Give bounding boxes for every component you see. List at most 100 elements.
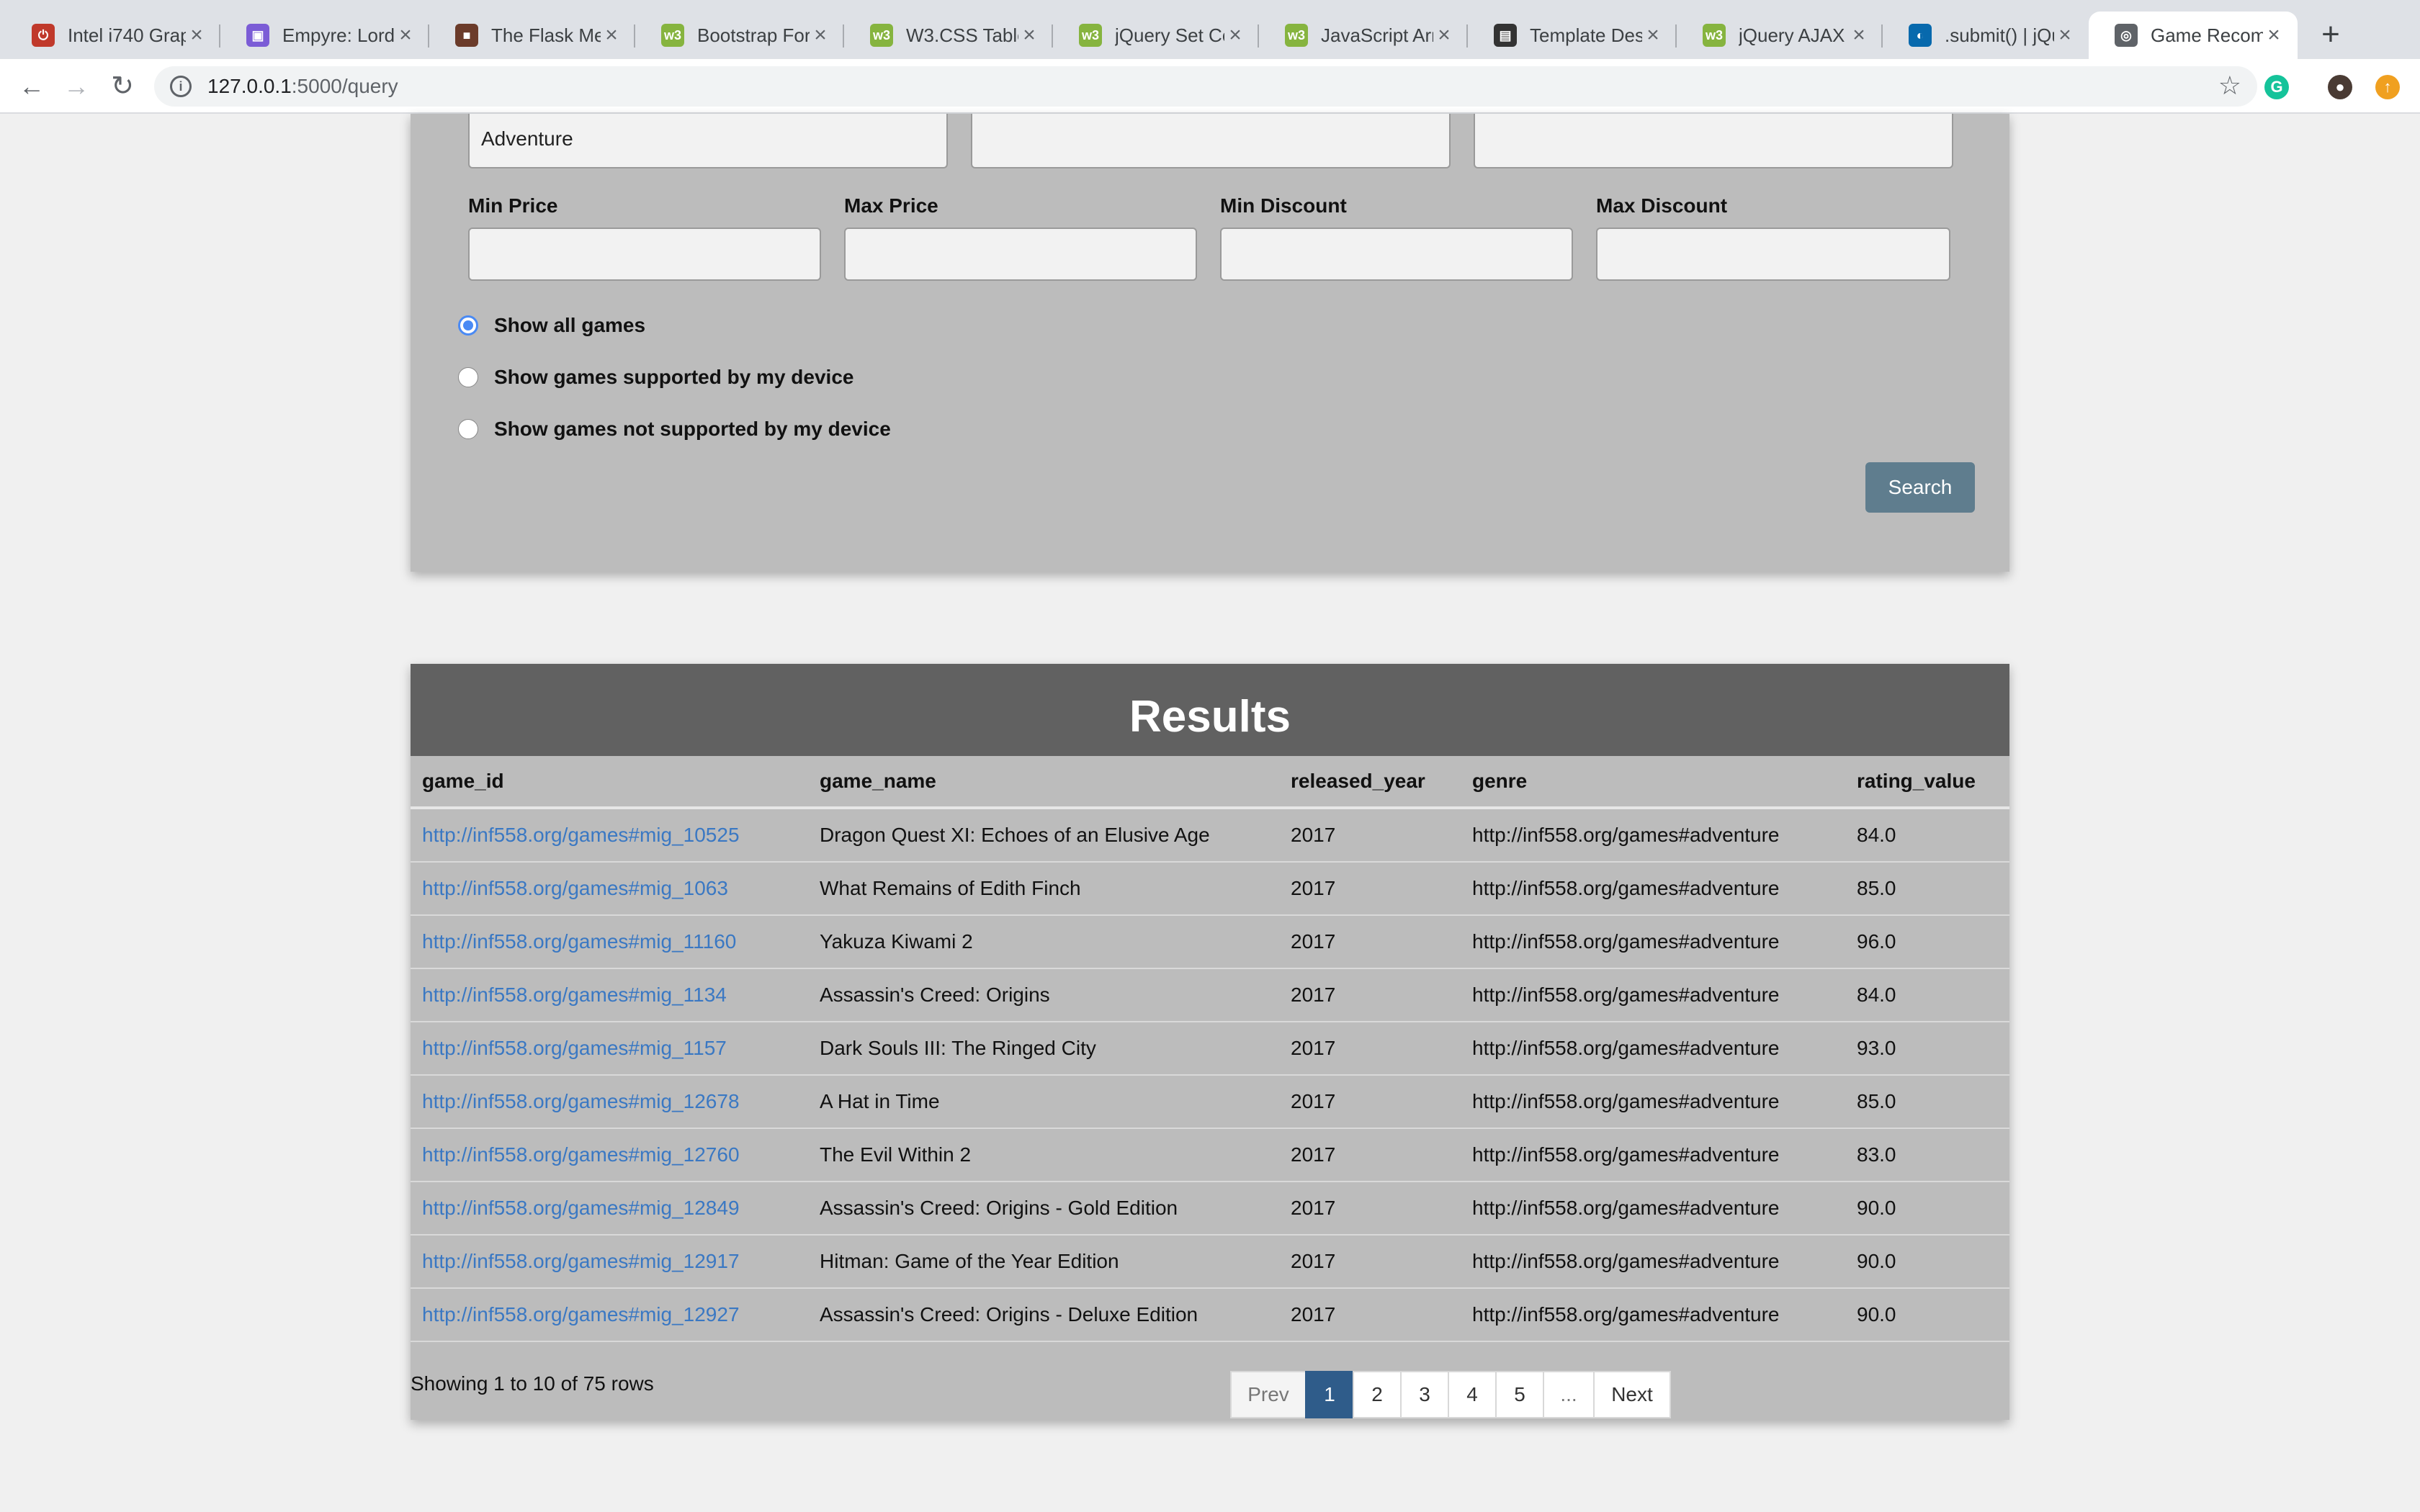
w3-icon: w3	[870, 24, 893, 47]
browser-tab[interactable]: ▤ Template Desig×	[1468, 12, 1677, 59]
game-id-link[interactable]: http://inf558.org/games#mig_12917	[422, 1250, 740, 1272]
max-discount-input[interactable]	[1596, 228, 1950, 281]
cell-released-year: 2017	[1279, 808, 1461, 863]
genre-input[interactable]: Adventure	[468, 114, 948, 168]
tab-title: Template Desig	[1530, 24, 1642, 46]
url-path: :5000/query	[291, 75, 398, 97]
profile-avatar[interactable]: ●	[2328, 75, 2352, 99]
filter-input-2[interactable]	[971, 114, 1451, 168]
close-tab-icon[interactable]: ×	[2054, 23, 2076, 48]
cell-genre: http://inf558.org/games#adventure	[1461, 1182, 1845, 1236]
game-id-link[interactable]: http://inf558.org/games#mig_1157	[422, 1037, 727, 1059]
url-host: 127.0.0.1	[207, 75, 292, 97]
bookmark-star-icon[interactable]: ☆	[2218, 71, 2241, 101]
cell-rating-value: 84.0	[1845, 968, 2009, 1022]
browser-tab[interactable]: ⏻ Intel i740 Graph×	[6, 12, 220, 59]
game-id-link[interactable]: http://inf558.org/games#mig_12849	[422, 1197, 740, 1219]
game-id-link[interactable]: http://inf558.org/games#mig_11160	[422, 930, 736, 953]
flask-icon: ■	[455, 24, 478, 47]
pagination-next[interactable]: Next	[1593, 1371, 1671, 1418]
close-tab-icon[interactable]: ×	[601, 23, 622, 48]
browser-tab[interactable]: ▣ Empyre: Lords ×	[220, 12, 429, 59]
browser-toolbar: ← → ↻ i 127.0.0.1:5000/query ☆ G ● ↑	[0, 59, 2420, 114]
table-row: http://inf558.org/games#mig_12760 The Evi…	[411, 1128, 2009, 1182]
game-id-link[interactable]: http://inf558.org/games#mig_1134	[422, 984, 727, 1006]
game-id-link[interactable]: http://inf558.org/games#mig_12678	[422, 1090, 740, 1112]
tab-title: W3.CSS Tables	[906, 24, 1018, 46]
browser-tab[interactable]: ◎ Game Recomm×	[2089, 12, 2298, 59]
new-tab-button[interactable]: +	[2312, 16, 2349, 53]
radio-label: Show all games	[494, 314, 646, 336]
cell-genre: http://inf558.org/games#adventure	[1461, 808, 1845, 863]
update-badge-icon[interactable]: ↑	[2375, 75, 2400, 99]
cell-released-year: 2017	[1279, 1288, 1461, 1342]
max-price-input[interactable]	[844, 228, 1197, 281]
search-button[interactable]: Search	[1865, 462, 1975, 513]
radio-show-not-supported[interactable]: Show games not supported by my device	[458, 418, 891, 441]
close-tab-icon[interactable]: ×	[1848, 23, 1870, 48]
pagination-page-2[interactable]: 2	[1353, 1371, 1402, 1418]
tab-title: Bootstrap Form	[697, 24, 810, 46]
close-tab-icon[interactable]: ×	[186, 23, 207, 48]
tab-strip: ⏻Intel i740 Graph×▣Empyre: Lords×■The Fl…	[0, 0, 2420, 59]
cell-game-id: http://inf558.org/games#mig_12917	[411, 1235, 808, 1289]
pagination-page-3[interactable]: 3	[1400, 1371, 1449, 1418]
back-icon[interactable]: ←	[14, 69, 49, 104]
table-row: http://inf558.org/games#mig_10525 Dragon …	[411, 808, 2009, 863]
pagination-page-5[interactable]: 5	[1495, 1371, 1544, 1418]
browser-tab[interactable]: w3 jQuery AJAX g×	[1677, 12, 1883, 59]
radio-label: Show games not supported by my device	[494, 418, 891, 440]
game-id-link[interactable]: http://inf558.org/games#mig_1063	[422, 877, 728, 899]
browser-tab[interactable]: w3 jQuery Set Con×	[1053, 12, 1259, 59]
radio-button[interactable]	[458, 367, 478, 387]
radio-button[interactable]	[458, 315, 478, 336]
filter-input-3[interactable]	[1474, 114, 1953, 168]
cell-released-year: 2017	[1279, 862, 1461, 916]
min-price-input[interactable]	[468, 228, 821, 281]
cell-genre: http://inf558.org/games#adventure	[1461, 915, 1845, 969]
cell-game-id: http://inf558.org/games#mig_12678	[411, 1075, 808, 1129]
cell-rating-value: 85.0	[1845, 862, 2009, 916]
radio-show-all[interactable]: Show all games	[458, 314, 645, 337]
pagination-prev[interactable]: Prev	[1230, 1371, 1307, 1418]
grammarly-extension-icon[interactable]: G	[2264, 75, 2289, 99]
cell-game-name: The Evil Within 2	[808, 1128, 1279, 1182]
reload-icon[interactable]: ↻	[105, 69, 140, 104]
pagination-page-4[interactable]: 4	[1448, 1371, 1497, 1418]
column-header-genre: genre	[1461, 756, 1845, 809]
browser-tab[interactable]: ■ The Flask Meg×	[429, 12, 635, 59]
close-tab-icon[interactable]: ×	[1433, 23, 1455, 48]
close-tab-icon[interactable]: ×	[810, 23, 831, 48]
close-tab-icon[interactable]: ×	[1642, 23, 1664, 48]
cell-released-year: 2017	[1279, 1182, 1461, 1236]
cell-released-year: 2017	[1279, 915, 1461, 969]
address-bar[interactable]: i 127.0.0.1:5000/query ☆	[154, 66, 2257, 107]
game-id-link[interactable]: http://inf558.org/games#mig_12927	[422, 1303, 740, 1326]
browser-tab[interactable]: ◐ .submit() | jQu ×	[1883, 12, 2089, 59]
cell-rating-value: 85.0	[1845, 1075, 2009, 1129]
rows-info: Showing 1 to 10 of 75 rows	[411, 1372, 654, 1395]
radio-button[interactable]	[458, 419, 478, 439]
browser-tab[interactable]: w3 JavaScript Arra×	[1259, 12, 1468, 59]
w3-icon: w3	[1285, 24, 1308, 47]
pagination-page-1[interactable]: 1	[1305, 1371, 1354, 1418]
w3-icon: w3	[1703, 24, 1726, 47]
game-id-link[interactable]: http://inf558.org/games#mig_10525	[422, 824, 740, 846]
browser-tab[interactable]: w3 Bootstrap Form×	[635, 12, 844, 59]
min-discount-label: Min Discount	[1220, 194, 1347, 217]
min-discount-input[interactable]	[1220, 228, 1573, 281]
forward-icon[interactable]: →	[59, 69, 94, 104]
close-tab-icon[interactable]: ×	[1018, 23, 1040, 48]
close-tab-icon[interactable]: ×	[395, 23, 416, 48]
browser-tab[interactable]: w3 W3.CSS Tables×	[844, 12, 1053, 59]
site-info-icon[interactable]: i	[170, 76, 192, 97]
results-table: game_id game_name released_year genre rating…	[411, 756, 2009, 1342]
max-discount-label: Max Discount	[1596, 194, 1728, 217]
close-tab-icon[interactable]: ×	[2263, 23, 2285, 48]
game-id-link[interactable]: http://inf558.org/games#mig_12760	[422, 1143, 740, 1166]
cell-released-year: 2017	[1279, 968, 1461, 1022]
radio-show-supported[interactable]: Show games supported by my device	[458, 366, 853, 389]
game-icon: ▣	[246, 24, 269, 47]
close-tab-icon[interactable]: ×	[1224, 23, 1246, 48]
cell-game-id: http://inf558.org/games#mig_12849	[411, 1182, 808, 1236]
